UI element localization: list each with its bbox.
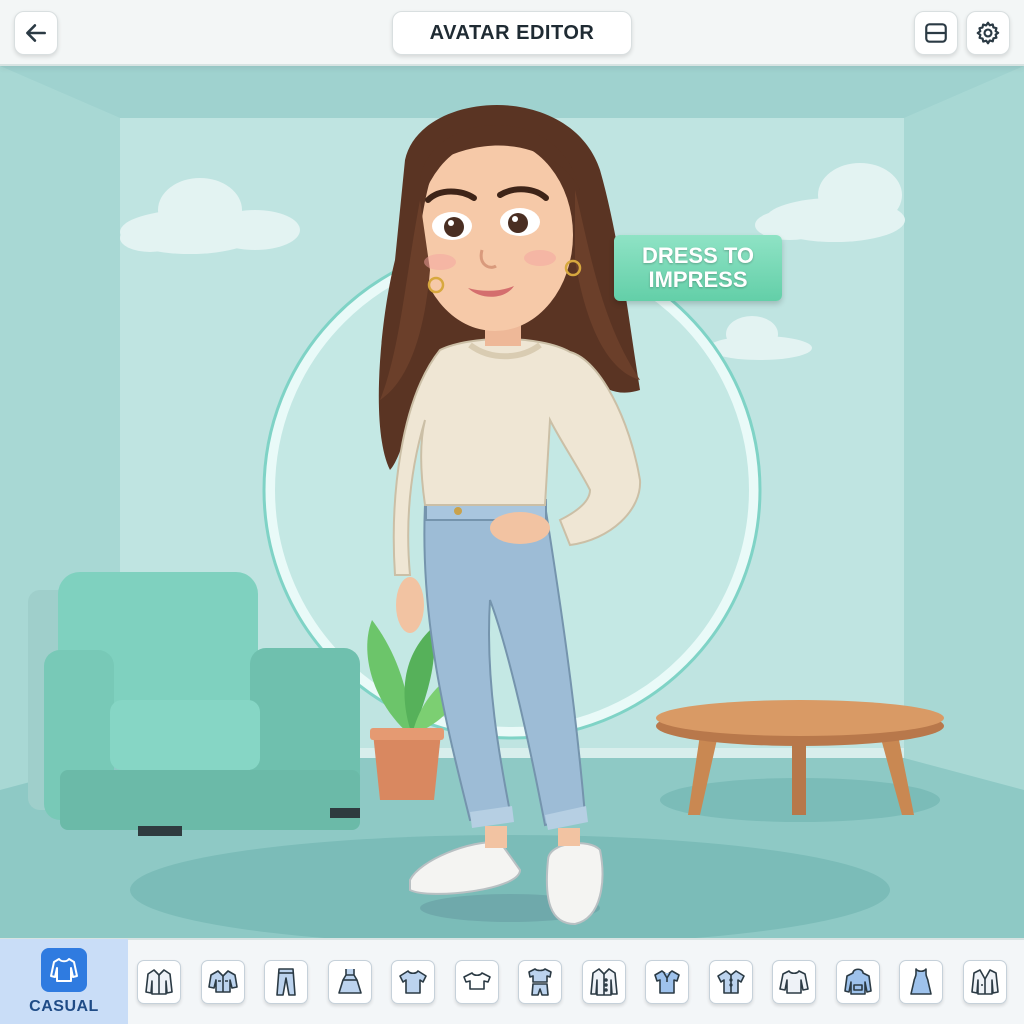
layout-toggle-button[interactable] <box>914 11 958 55</box>
outfit-set-icon <box>528 968 552 996</box>
back-button[interactable] <box>14 11 58 55</box>
coffee-table <box>656 700 944 822</box>
item-dress[interactable] <box>327 960 372 1004</box>
wardrobe-bar: CASUAL <box>0 938 1024 1024</box>
crop-top-icon <box>462 972 491 990</box>
item-jacket[interactable] <box>137 960 181 1004</box>
item-polo-shirt[interactable] <box>645 960 689 1004</box>
item-blazer[interactable] <box>962 960 1007 1004</box>
item-outfit-set[interactable] <box>518 960 562 1004</box>
panel-toggle-icon <box>925 23 947 43</box>
clothing-items <box>128 960 1007 1004</box>
item-tshirt[interactable] <box>391 960 435 1004</box>
arrow-left-icon <box>26 24 46 42</box>
dress-icon <box>337 969 362 994</box>
badge-line-1: DRESS TO <box>641 243 755 268</box>
badge-line-2: IMPRESS <box>648 267 748 292</box>
settings-button[interactable] <box>966 11 1010 55</box>
page-title: AVATAR EDITOR <box>392 11 632 55</box>
tshirt-icon <box>399 970 427 994</box>
button-shirt-icon <box>716 970 745 994</box>
tank-dress-icon <box>910 968 932 995</box>
sweater-icon <box>779 970 809 994</box>
hoodie-icon <box>843 968 872 995</box>
room-illustration <box>0 66 1024 938</box>
item-sweater[interactable] <box>772 960 816 1004</box>
category-label: CASUAL <box>29 998 99 1015</box>
top-bar: AVATAR EDITOR <box>0 0 1024 66</box>
sweater-icon <box>41 948 87 992</box>
item-crop-top[interactable] <box>454 960 499 1004</box>
denim-jacket-icon <box>207 970 238 993</box>
jacket-icon <box>145 969 173 995</box>
item-hoodie[interactable] <box>835 960 880 1004</box>
item-tank-dress[interactable] <box>899 960 943 1004</box>
gear-icon <box>976 21 1000 45</box>
item-denim-jacket[interactable] <box>200 960 245 1004</box>
polo-shirt-icon <box>654 970 680 994</box>
item-pants[interactable] <box>264 960 308 1004</box>
blazer-icon <box>970 969 999 995</box>
item-coat[interactable] <box>581 960 626 1004</box>
coat-icon <box>589 968 618 996</box>
category-casual-tab[interactable]: CASUAL <box>0 939 128 1024</box>
item-button-shirt[interactable] <box>708 960 753 1004</box>
pants-icon <box>276 968 296 996</box>
avatar-scene: DRESS TO IMPRESS <box>0 66 1024 938</box>
dress-to-impress-badge: DRESS TO IMPRESS <box>614 235 782 301</box>
